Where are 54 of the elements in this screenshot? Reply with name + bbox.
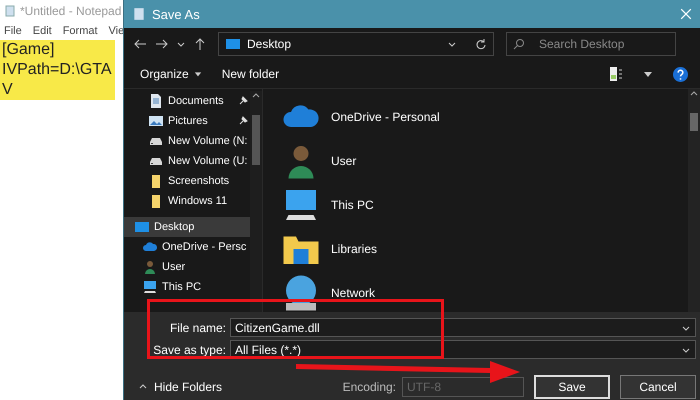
close-icon[interactable] [680,8,692,20]
notepad-icon [132,7,146,21]
sidebar-item[interactable]: Pictures [124,111,250,131]
view-options-icon[interactable] [609,66,623,82]
dropdown-triangle-icon[interactable] [643,69,653,79]
address-bar[interactable]: Desktop [218,32,494,56]
help-icon[interactable] [673,66,688,82]
window-title: *Untitled - Notepad [20,4,122,18]
sidebar-item[interactable]: Windows 11 [124,191,250,211]
field-label: Save as type: [152,342,226,356]
file-type-dropdown[interactable]: All Files (*.*) [230,340,696,359]
dropdown-triangle-icon [194,70,202,78]
folder-item[interactable]: User [281,141,688,181]
sidebar-item[interactable]: Screenshots [124,171,250,191]
menu-item[interactable]: File [4,25,22,37]
notepad-icon [4,5,16,17]
pin-icon [238,116,248,126]
dialog-button[interactable]: Cancel [620,375,696,399]
document-icon [148,93,164,109]
search-field[interactable]: Search Desktop [506,32,676,56]
desktop-icon [134,219,150,235]
monitor-icon [142,279,158,295]
dialog-button[interactable]: Save [534,375,610,399]
organize-menu[interactable]: Organize [140,67,202,81]
sidebar-item[interactable]: OneDrive - Persc [124,237,250,257]
sidebar-item[interactable]: New Volume (U: [124,151,250,171]
desktop-icon [225,36,241,52]
folder-item[interactable]: Libraries [281,229,688,269]
sidebar-item[interactable]: This PC [124,277,250,297]
sidebar-item[interactable]: Desktop [124,217,250,237]
field-label: Encoding: [342,380,396,394]
folder-item[interactable]: OneDrive - Personal [281,97,688,137]
search-icon [513,38,525,50]
pictures-icon [148,113,164,129]
scrollbar-thumb[interactable] [252,115,260,165]
menu-item[interactable]: Edit [32,25,52,37]
refresh-icon[interactable] [475,38,487,50]
sidebar-item[interactable]: Documents [124,91,250,111]
dialog-title: Save As [152,6,200,22]
folder-item[interactable]: Network [281,273,688,312]
new-folder-button[interactable]: New folder [222,67,280,81]
scrollbar[interactable] [250,91,262,312]
hide-folders-button[interactable]: Hide Folders [138,380,222,394]
scrollbar[interactable] [688,89,700,312]
folder-item[interactable]: This PC [281,185,688,225]
file-name-field[interactable]: CitizenGame.dll [230,318,696,337]
user-icon [142,259,158,275]
sidebar-item[interactable]: New Volume (N: [124,131,250,151]
scrollbar-thumb[interactable] [690,113,698,131]
pin-icon [238,96,248,106]
field-label: File name: [168,320,226,334]
sidebar-item[interactable]: User [124,257,250,277]
menu-item[interactable]: Format [62,25,98,37]
menu-item[interactable]: Vie [108,25,124,37]
